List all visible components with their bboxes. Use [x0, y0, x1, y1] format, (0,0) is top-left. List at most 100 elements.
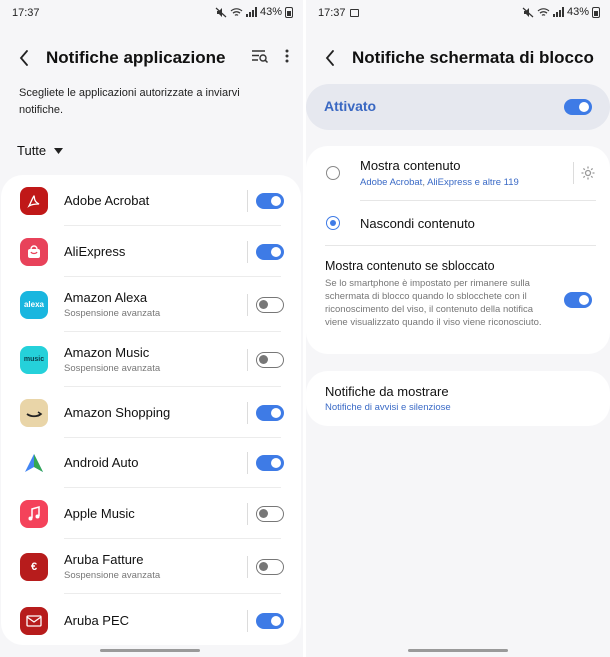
alexa-icon: alexa — [20, 290, 48, 319]
toggle-separator — [247, 609, 248, 632]
page-title: Notifiche applicazione — [46, 48, 226, 67]
back-arrow-icon — [19, 50, 28, 66]
app-notification-toggle[interactable] — [256, 505, 284, 522]
app-status: Sospensione avanzata — [64, 308, 161, 319]
app-name: Aruba Fatture — [64, 552, 144, 567]
acrobat-icon — [20, 186, 48, 215]
activated-toggle[interactable] — [564, 99, 592, 115]
app-text: Aruba Fatture Sospensione avanzata — [64, 552, 241, 581]
unlocked-description: Se lo smartphone è impostato per rimaner… — [325, 278, 542, 328]
toggle-separator — [247, 502, 248, 525]
app-row[interactable]: Amazon Shopping — [1, 387, 301, 438]
app-row[interactable]: Apple Music — [1, 488, 301, 539]
home-indicator — [100, 649, 200, 652]
aruba-fatture-icon: € — [20, 552, 48, 581]
app-status: Sospensione avanzata — [64, 363, 161, 374]
app-row[interactable]: Aruba PEC — [1, 595, 301, 646]
app-notification-toggle[interactable] — [256, 558, 284, 575]
toggle-separator — [247, 240, 248, 263]
battery-icon — [592, 6, 600, 18]
dropdown-arrow-icon — [54, 147, 64, 154]
signal-icon — [245, 7, 257, 17]
filter-label: Tutte — [17, 143, 47, 158]
content-options-card: Mostra contenuto Adobe Acrobat, AliExpre… — [306, 146, 610, 354]
amazon-music-icon: music — [20, 345, 48, 374]
battery-percent-right: 43% — [566, 6, 589, 18]
home-indicator-right — [408, 649, 508, 652]
app-row[interactable]: Android Auto — [1, 437, 301, 488]
app-notifications-screen: 17:37 43% Notifiche applicazione Sceglie… — [0, 0, 303, 657]
show-content-radio[interactable] — [326, 166, 340, 180]
signal-icon — [552, 7, 564, 17]
app-notification-toggle[interactable] — [256, 351, 284, 368]
hide-content-radio[interactable] — [326, 216, 340, 230]
toggle-separator — [247, 555, 248, 578]
app-notification-toggle[interactable] — [256, 192, 284, 209]
app-text: Adobe Acrobat — [64, 193, 241, 208]
aliexpress-icon — [20, 237, 48, 266]
app-text: Aruba PEC — [64, 613, 241, 628]
app-bar-right: Notifiche schermata di blocco — [306, 40, 610, 76]
back-button[interactable] — [14, 48, 34, 68]
app-name: Apple Music — [64, 506, 135, 521]
toggle-separator — [247, 293, 248, 316]
app-text: AliExpress — [64, 244, 241, 259]
filter-dropdown[interactable]: Tutte — [17, 143, 64, 158]
app-name: Amazon Music — [64, 345, 150, 360]
aruba-pec-icon — [20, 606, 48, 635]
row-divider — [64, 593, 281, 594]
lock-screen-notifications-screen: 17:37 43% Notifiche schermata di blocco … — [306, 0, 610, 657]
app-name: AliExpress — [64, 244, 126, 259]
app-notification-toggle[interactable] — [256, 243, 284, 260]
app-row[interactable]: AliExpress — [1, 226, 301, 277]
app-name: Adobe Acrobat — [64, 193, 150, 208]
mute-icon — [522, 7, 534, 17]
status-icons: 43% — [215, 6, 293, 18]
battery-percent: 43% — [259, 6, 282, 18]
amazon-shopping-icon — [20, 398, 48, 427]
gallery-icon — [349, 9, 359, 18]
wifi-icon — [230, 7, 243, 16]
option-divider — [360, 200, 596, 201]
app-name: Aruba PEC — [64, 613, 130, 628]
app-list: Adobe Acrobat AliExpress alexa Amazon Alexa… — [1, 175, 301, 645]
app-text: Apple Music — [64, 506, 241, 521]
activated-master-switch[interactable]: Attivato — [306, 84, 610, 130]
app-notification-toggle[interactable] — [256, 612, 284, 629]
unlocked-toggle[interactable] — [564, 292, 592, 308]
option-separator — [573, 162, 574, 184]
more-options-icon[interactable] — [285, 49, 289, 63]
toggle-separator — [247, 451, 248, 474]
settings-gear-icon[interactable] — [580, 165, 596, 181]
back-button-right[interactable] — [320, 48, 340, 68]
app-name: Amazon Alexa — [64, 290, 148, 305]
app-text: Amazon Shopping — [64, 405, 241, 420]
app-text: Amazon Music Sospensione avanzata — [64, 345, 241, 374]
battery-icon — [285, 6, 293, 18]
notifications-to-show-sub: Notifiche di avvisi e silenziose — [325, 402, 451, 413]
app-notification-toggle[interactable] — [256, 404, 284, 421]
show-content-title: Mostra contenuto — [360, 158, 461, 173]
hide-content-title: Nascondi contenuto — [360, 216, 475, 231]
header-actions — [251, 48, 289, 64]
status-time: 17:37 — [12, 7, 40, 19]
app-status: Sospensione avanzata — [64, 570, 161, 581]
back-arrow-icon — [325, 50, 334, 66]
app-name: Android Auto — [64, 455, 139, 470]
app-row[interactable]: € Aruba Fatture Sospensione avanzata — [1, 539, 301, 594]
app-notification-toggle[interactable] — [256, 296, 284, 313]
notifications-to-show-item[interactable]: Notifiche da mostrare Notifiche di avvis… — [306, 371, 610, 426]
notifications-to-show-title: Notifiche da mostrare — [325, 384, 449, 399]
status-bar: 17:37 43% — [0, 0, 303, 26]
status-icons-right: 43% — [522, 6, 600, 18]
app-text: Android Auto — [64, 455, 241, 470]
app-bar: Notifiche applicazione — [0, 40, 303, 76]
toggle-separator — [247, 401, 248, 424]
apple-music-icon — [20, 499, 48, 528]
search-filter-icon[interactable] — [251, 48, 269, 64]
app-notification-toggle[interactable] — [256, 454, 284, 471]
app-row[interactable]: alexa Amazon Alexa Sospensione avanzata — [1, 277, 301, 332]
mute-icon — [215, 7, 227, 17]
app-row[interactable]: music Amazon Music Sospensione avanzata — [1, 332, 301, 387]
app-row[interactable]: Adobe Acrobat — [1, 175, 301, 226]
